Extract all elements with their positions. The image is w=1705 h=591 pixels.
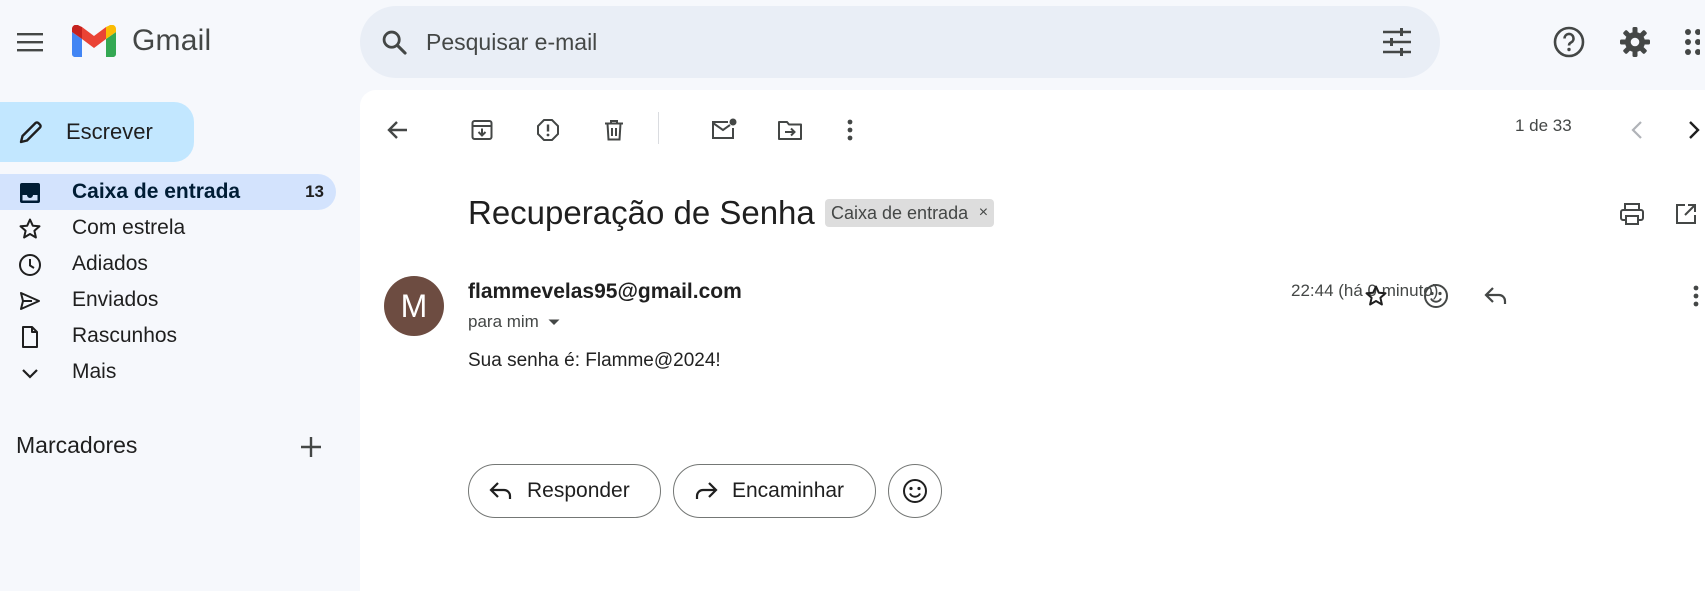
clock-icon [19,254,41,276]
add-label-icon[interactable] [296,432,326,462]
move-to-button[interactable] [770,110,810,150]
unread-count: 13 [305,182,324,201]
hamburger-icon [17,33,43,52]
gear-icon [1620,27,1650,57]
sidebar-item-label: Com estrela [72,216,186,239]
star-icon [1365,285,1387,306]
message-view: 1 de 33 Recuperação de Senha Caixa de en… [360,90,1705,591]
reply-action-button[interactable]: Responder [468,464,661,518]
sidebar-item-label: Adiados [72,252,148,275]
delete-button[interactable] [594,110,634,150]
reply-icon [489,482,512,499]
reaction-action-button[interactable] [888,464,942,518]
sidebar-item-drafts[interactable]: Rascunhos [0,318,336,354]
search-input[interactable] [426,24,1326,60]
settings-button[interactable] [1615,22,1655,62]
emoji-icon [1424,284,1448,308]
label-chip[interactable]: Caixa de entrada × [825,199,995,227]
pencil-icon [19,121,42,144]
star-button[interactable] [1356,276,1396,316]
arrow-back-icon [387,121,407,139]
add-reaction-button[interactable] [1416,276,1456,316]
mark-unread-icon [712,118,737,139]
compose-button[interactable]: Escrever [0,102,194,162]
sidebar-item-starred[interactable]: Com estrela [0,210,336,246]
archive-icon [471,120,493,140]
sidebar-item-label: Enviados [72,288,159,311]
labels-heading: Marcadores [16,432,138,458]
sidebar-nav: Caixa de entrada 13 Com estrela Adiados … [0,174,336,390]
recipient-text: para mim [468,312,539,331]
recipient-details[interactable]: para mim [468,312,561,332]
apps-grid-icon [1685,29,1700,55]
sidebar-item-label: Caixa de entrada [72,180,241,203]
forward-icon [695,482,718,499]
label-chip-text: Caixa de entrada [831,203,969,223]
more-vert-icon [847,119,853,141]
newer-button[interactable] [1617,110,1657,150]
message-subject: Recuperação de Senha [468,194,815,231]
app-name: Gmail [132,24,212,57]
draft-icon [22,326,38,348]
gmail-m-icon [72,25,116,57]
search-options-icon[interactable] [1382,28,1412,56]
open-new-window-button[interactable] [1666,194,1705,234]
avatar[interactable]: M [384,276,444,336]
older-button[interactable] [1674,110,1705,150]
report-icon [537,119,559,141]
open-in-new-icon [1676,204,1696,224]
sidebar-item-label: Rascunhos [72,324,178,347]
remove-label-icon[interactable]: × [979,199,988,227]
forward-action-button[interactable]: Encaminhar [673,464,876,518]
sidebar-item-snoozed[interactable]: Adiados [0,246,336,282]
star-icon [19,218,41,239]
move-folder-icon [778,121,802,140]
print-button[interactable] [1612,194,1652,234]
back-button[interactable] [378,110,418,150]
mark-unread-button[interactable] [704,110,744,150]
print-icon [1620,203,1644,225]
sender-email[interactable]: flammevelas95@gmail.com [468,280,742,304]
search-bar [360,6,1440,78]
apps-button[interactable] [1680,22,1705,62]
sidebar-item-label: Mais [72,360,117,383]
more-vert-icon [1693,285,1699,307]
message-more-button[interactable] [1676,276,1705,316]
help-icon [1553,26,1585,58]
gmail-logo[interactable]: Gmail [72,24,211,58]
chevron-right-icon [1689,121,1700,139]
emoji-icon [903,479,927,503]
report-spam-button[interactable] [528,110,568,150]
sidebar-item-more[interactable]: Mais [0,354,336,390]
archive-button[interactable] [462,110,502,150]
trash-icon [605,120,623,141]
chevron-left-icon [1631,121,1642,139]
forward-label: Encaminhar [732,479,845,502]
inbox-icon [20,183,40,203]
main-menu-button[interactable] [10,22,50,62]
message-body: Sua senha é: Flamme@2024! [468,350,721,371]
reply-button[interactable] [1476,276,1516,316]
sidebar-item-sent[interactable]: Enviados [0,282,336,318]
caret-down-icon [548,319,560,325]
compose-label: Escrever [66,119,153,144]
toolbar-divider [658,112,659,144]
send-icon [20,292,40,310]
top-bar: Gmail [0,0,1705,84]
help-button[interactable] [1549,22,1589,62]
reply-icon [1484,287,1507,304]
search-icon[interactable] [380,28,408,56]
labels-section: Marcadores [16,432,326,464]
reply-label: Responder [527,479,630,502]
more-options-button[interactable] [830,110,870,150]
sidebar-item-inbox[interactable]: Caixa de entrada 13 [0,174,336,210]
chevron-down-icon [22,369,38,379]
pagination-text: 1 de 33 [1515,116,1572,135]
